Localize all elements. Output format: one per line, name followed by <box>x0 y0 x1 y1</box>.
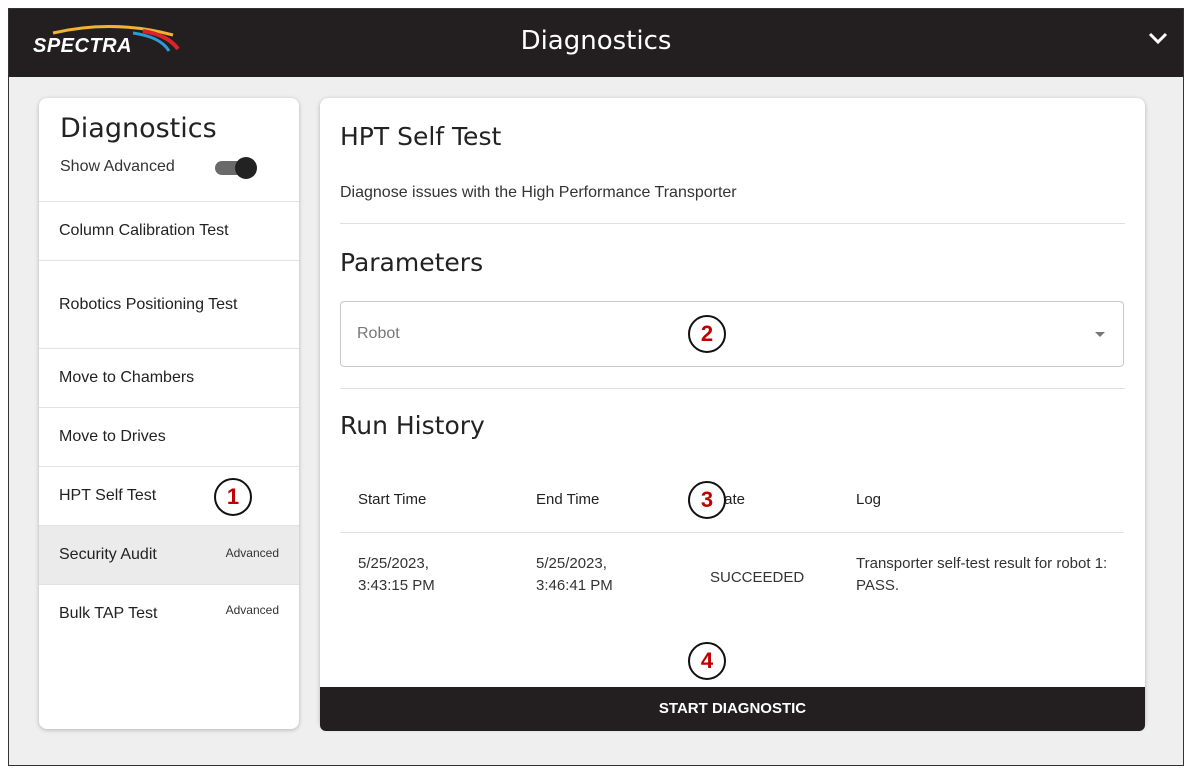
column-header: End Time <box>536 491 600 508</box>
sidebar-item-move-to-drives[interactable]: Move to Drives <box>39 407 299 466</box>
sidebar: Diagnostics Show Advanced Column Calibra… <box>39 98 299 729</box>
table-row: 5/25/2023, 3:43:15 PM 5/25/2023, 3:46:41… <box>340 533 1124 623</box>
callout-3: 3 <box>688 481 726 519</box>
show-advanced-toggle[interactable] <box>215 157 257 179</box>
robot-select[interactable]: Robot <box>340 301 1124 367</box>
state-cell: SUCCEEDED <box>710 569 805 586</box>
main-panel: HPT Self Test Diagnose issues with the H… <box>320 98 1145 728</box>
show-advanced-label: Show Advanced <box>60 158 175 175</box>
sidebar-item-security-audit[interactable]: Security Audit Advanced <box>39 525 299 584</box>
run-history-heading: Run History <box>340 411 485 440</box>
sidebar-item-robotics-positioning[interactable]: Robotics Positioning Test <box>39 260 299 348</box>
callout-2: 2 <box>688 315 726 353</box>
sidebar-item-label: Move to Chambers <box>59 369 195 386</box>
diagnostics-list: Column Calibration Test Robotics Positio… <box>39 201 299 643</box>
sidebar-item-bulk-tap-test[interactable]: Bulk TAP Test Advanced <box>39 584 299 643</box>
log-cell: Transporter self-test result for robot 1… <box>856 555 1108 594</box>
test-description: Diagnose issues with the High Performanc… <box>340 184 737 201</box>
dropdown-caret-icon <box>1095 332 1105 337</box>
sidebar-title: Diagnostics <box>60 113 217 144</box>
app-title: Diagnostics <box>520 26 672 56</box>
top-bar: SPECTRA Diagnostics <box>9 9 1183 77</box>
sidebar-item-label: Move to Drives <box>59 428 166 445</box>
chevron-down-icon[interactable] <box>1147 31 1169 45</box>
toggle-knob <box>235 157 257 179</box>
page-title: HPT Self Test <box>340 122 502 151</box>
end-time-cell: 5/25/2023, 3:46:41 PM <box>536 555 613 594</box>
sidebar-item-label: Robotics Positioning Test <box>59 295 238 313</box>
robot-select-placeholder: Robot <box>357 325 400 342</box>
app-frame: SPECTRA Diagnostics Diagnostics Show Adv… <box>8 8 1184 766</box>
sidebar-item-move-to-chambers[interactable]: Move to Chambers <box>39 348 299 407</box>
advanced-badge: Advanced <box>225 603 279 617</box>
parameters-heading: Parameters <box>340 248 484 277</box>
advanced-badge: Advanced <box>225 546 279 560</box>
divider <box>340 388 1125 389</box>
sidebar-item-hpt-self-test[interactable]: HPT Self Test <box>39 466 299 525</box>
start-diagnostic-button[interactable]: START DIAGNOSTIC <box>320 687 1145 731</box>
sidebar-item-label: Column Calibration Test <box>59 222 229 239</box>
callout-1: 1 <box>214 478 252 516</box>
start-time-cell: 5/25/2023, 3:43:15 PM <box>358 555 435 594</box>
table-header: Start Time End Time State Log <box>340 468 1124 533</box>
run-history-table: Start Time End Time State Log 5/25/2023,… <box>340 468 1124 623</box>
column-header: Log <box>856 491 882 508</box>
sidebar-item-column-calibration[interactable]: Column Calibration Test <box>39 201 299 260</box>
callout-4: 4 <box>688 642 726 680</box>
column-header: Start Time <box>358 491 427 508</box>
divider <box>340 223 1125 224</box>
